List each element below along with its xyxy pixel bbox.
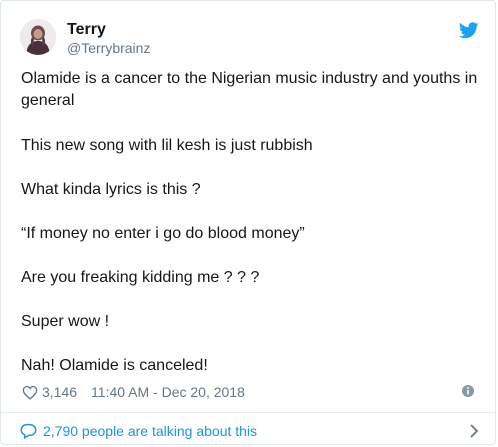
tweet-paragraph: general	[21, 92, 75, 109]
twitter-bird-icon[interactable]	[459, 22, 479, 39]
avatar[interactable]	[20, 19, 56, 55]
tweet-meta: 3,146 11:40 AM - Dec 20, 2018	[22, 382, 475, 402]
tweet-paragraph: Nah! Olamide is canceled!	[21, 357, 208, 374]
tweet-header: Terry @Terrybrainz	[20, 14, 479, 58]
heart-icon[interactable]	[22, 385, 38, 400]
author-handle[interactable]: @Terrybrainz	[67, 40, 150, 57]
chevron-right-icon[interactable]	[469, 423, 479, 439]
divider	[1, 412, 495, 413]
author-display-name[interactable]: Terry	[67, 21, 150, 39]
tweet-paragraph: This new song with lil kesh is just rubb…	[21, 137, 313, 154]
tweet-paragraph: Super wow !	[21, 313, 110, 330]
talking-about-label[interactable]: 2,790 people are talking about this	[43, 423, 257, 439]
tweet-paragraph: “If money no enter i go do blood money”	[21, 225, 305, 242]
tweet-timestamp[interactable]: 11:40 AM - Dec 20, 2018	[91, 384, 245, 400]
tweet-card: Terry @Terrybrainz Olamide is a cancer t…	[0, 0, 496, 445]
author-names: Terry @Terrybrainz	[67, 21, 150, 57]
tweet-paragraph: Are you freaking kidding me ? ? ?	[21, 269, 260, 286]
info-icon[interactable]	[461, 384, 475, 398]
like-count[interactable]: 3,146	[42, 384, 77, 400]
speech-bubble-icon	[20, 423, 37, 439]
tweet-paragraph: Olamide is a cancer to the Nigerian musi…	[21, 70, 478, 87]
tweet-paragraph: What kinda lyrics is this ?	[21, 181, 201, 198]
conversation-link[interactable]: 2,790 people are talking about this	[20, 420, 479, 442]
